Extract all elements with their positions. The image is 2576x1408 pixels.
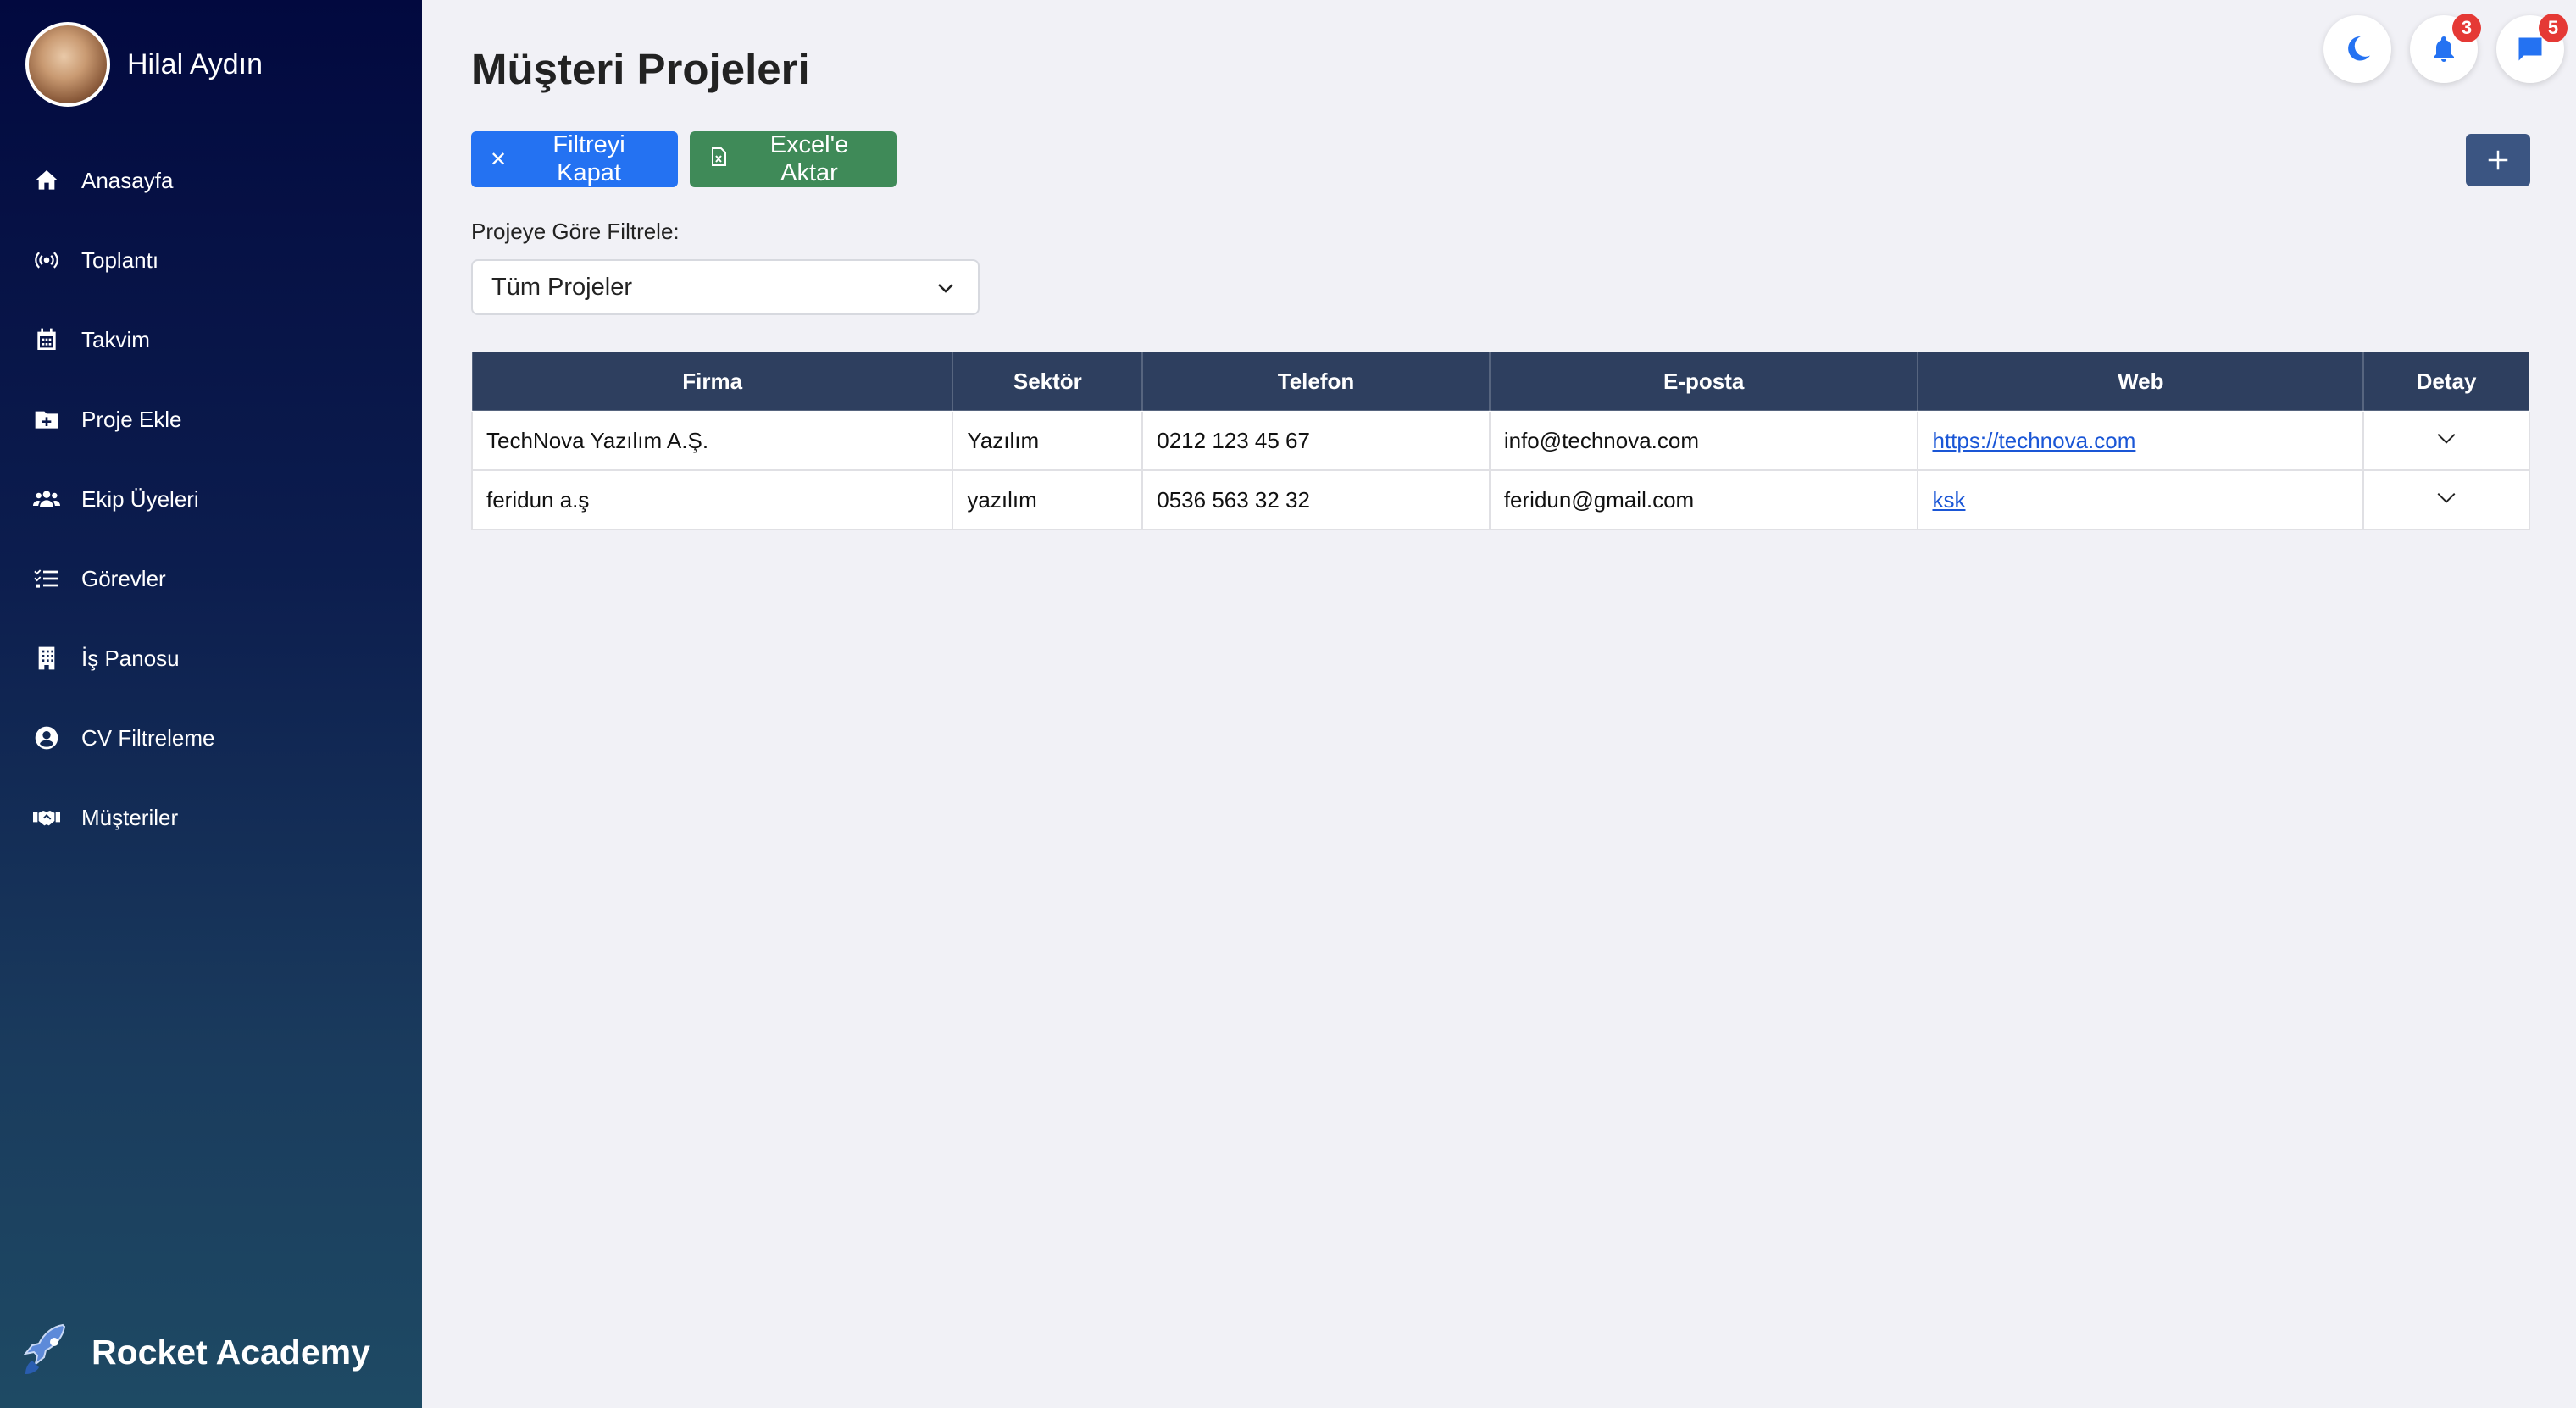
calendar-icon (32, 325, 61, 354)
chat-icon (2518, 37, 2542, 61)
folder-plus-icon (32, 405, 61, 434)
table-header-row: Firma Sektör Telefon E-posta Web Detay (470, 351, 2530, 412)
sidebar-item-label: Toplantı (81, 247, 159, 273)
notifications-button[interactable]: 3 (2410, 14, 2481, 83)
broadcast-icon (32, 246, 61, 274)
cell-web: https://technova.com (1917, 410, 2365, 471)
sidebar-item-label: Anasayfa (81, 167, 174, 193)
close-filter-button[interactable]: ✕ Filtreyi Kapat (471, 131, 678, 187)
messages-badge: 5 (2539, 14, 2568, 42)
sidebar-item-is-panosu[interactable]: İş Panosu (0, 618, 422, 698)
sidebar-item-gorevler[interactable]: Görevler (0, 539, 422, 618)
rocket-icon (20, 1322, 75, 1383)
close-icon: ✕ (490, 147, 508, 171)
cell-detay[interactable] (2362, 469, 2530, 530)
column-header-web[interactable]: Web (1917, 351, 2365, 412)
sidebar-item-toplanti[interactable]: Toplantı (0, 220, 422, 300)
plus-icon (2488, 150, 2508, 170)
table-row[interactable]: TechNova Yazılım A.Ş. Yazılım 0212 123 4… (470, 410, 2530, 471)
project-filter-value: Tüm Projeler (491, 273, 632, 301)
cell-web: ksk (1917, 469, 2365, 530)
sidebar-item-label: CV Filtreleme (81, 724, 215, 751)
project-filter-select[interactable]: Tüm Projeler (471, 259, 980, 315)
close-filter-label: Filtreyi Kapat (552, 131, 625, 186)
users-icon (32, 485, 61, 513)
sidebar-item-label: Takvim (81, 326, 150, 352)
cell-telefon: 0536 563 32 32 (1141, 469, 1491, 530)
chevron-down-icon[interactable] (2435, 486, 2457, 508)
brand[interactable]: Rocket Academy (20, 1322, 370, 1383)
excel-file-icon (708, 146, 729, 174)
avatar[interactable] (25, 22, 110, 107)
cell-detay[interactable] (2362, 410, 2530, 471)
tasks-icon (32, 564, 61, 593)
messages-button[interactable]: 5 (2496, 14, 2568, 83)
sidebar-item-cv-filtreleme[interactable]: CV Filtreleme (0, 698, 422, 778)
column-header-telefon[interactable]: Telefon (1141, 351, 1491, 412)
user-circle-icon (32, 723, 61, 752)
web-link[interactable]: https://technova.com (1932, 428, 2135, 453)
user-profile[interactable]: Hilal Aydın (25, 22, 263, 107)
sidebar-item-musteriler[interactable]: Müşteriler (0, 778, 422, 857)
sidebar-item-ekip-uyeleri[interactable]: Ekip Üyeleri (0, 459, 422, 539)
sidebar-item-takvim[interactable]: Takvim (0, 300, 422, 380)
building-icon (32, 644, 61, 673)
notifications-badge: 3 (2452, 14, 2481, 42)
user-name: Hilal Aydın (127, 47, 264, 80)
cell-eposta: info@technova.com (1488, 410, 1919, 471)
sidebar-item-anasayfa[interactable]: Anasayfa (0, 141, 422, 220)
brand-name: Rocket Academy (92, 1333, 370, 1372)
chevron-down-icon (938, 284, 953, 293)
column-header-sektor[interactable]: Sektör (952, 351, 1144, 412)
toolbar: ✕ Filtreyi Kapat Excel'e Aktar (471, 131, 897, 187)
export-excel-label: Excel'e Aktar (769, 131, 849, 186)
column-header-detay[interactable]: Detay (2362, 351, 2530, 412)
moon-icon (2348, 36, 2370, 61)
customers-table: Firma Sektör Telefon E-posta Web Detay T… (470, 351, 2530, 530)
top-actions: 3 5 (2323, 14, 2568, 83)
column-header-firma[interactable]: Firma (470, 351, 954, 412)
sidebar-nav: Anasayfa Toplantı Takvim Proje Ekle Ekip… (0, 141, 422, 857)
sidebar-item-label: Görevler (81, 565, 166, 591)
bell-icon (2434, 36, 2454, 62)
cell-firma: feridun a.ş (470, 469, 954, 530)
cell-firma: TechNova Yazılım A.Ş. (470, 410, 954, 471)
page-title: Müşteri Projeleri (471, 45, 810, 93)
sidebar-item-label: Müşteriler (81, 804, 179, 830)
sidebar-item-proje-ekle[interactable]: Proje Ekle (0, 380, 422, 459)
sidebar-item-label: Ekip Üyeleri (81, 485, 199, 512)
filter-label: Projeye Göre Filtrele: (471, 219, 680, 244)
export-excel-button[interactable]: Excel'e Aktar (690, 131, 897, 187)
theme-toggle-button[interactable] (2323, 15, 2391, 83)
column-header-eposta[interactable]: E-posta (1488, 351, 1919, 412)
sidebar-item-label: İş Panosu (81, 645, 180, 671)
chevron-down-icon[interactable] (2435, 427, 2457, 449)
handshake-icon (32, 803, 61, 832)
cell-eposta: feridun@gmail.com (1488, 469, 1919, 530)
table-row[interactable]: feridun a.ş yazılım 0536 563 32 32 ferid… (470, 469, 2530, 530)
sidebar: Hilal Aydın Anasayfa Toplantı Takvim Pro… (0, 0, 422, 1408)
home-icon (32, 166, 61, 195)
cell-sektor: Yazılım (952, 410, 1144, 471)
cell-telefon: 0212 123 45 67 (1141, 410, 1491, 471)
cell-sektor: yazılım (952, 469, 1144, 530)
web-link[interactable]: ksk (1932, 487, 1965, 513)
add-button[interactable] (2466, 134, 2530, 186)
sidebar-item-label: Proje Ekle (81, 406, 182, 432)
